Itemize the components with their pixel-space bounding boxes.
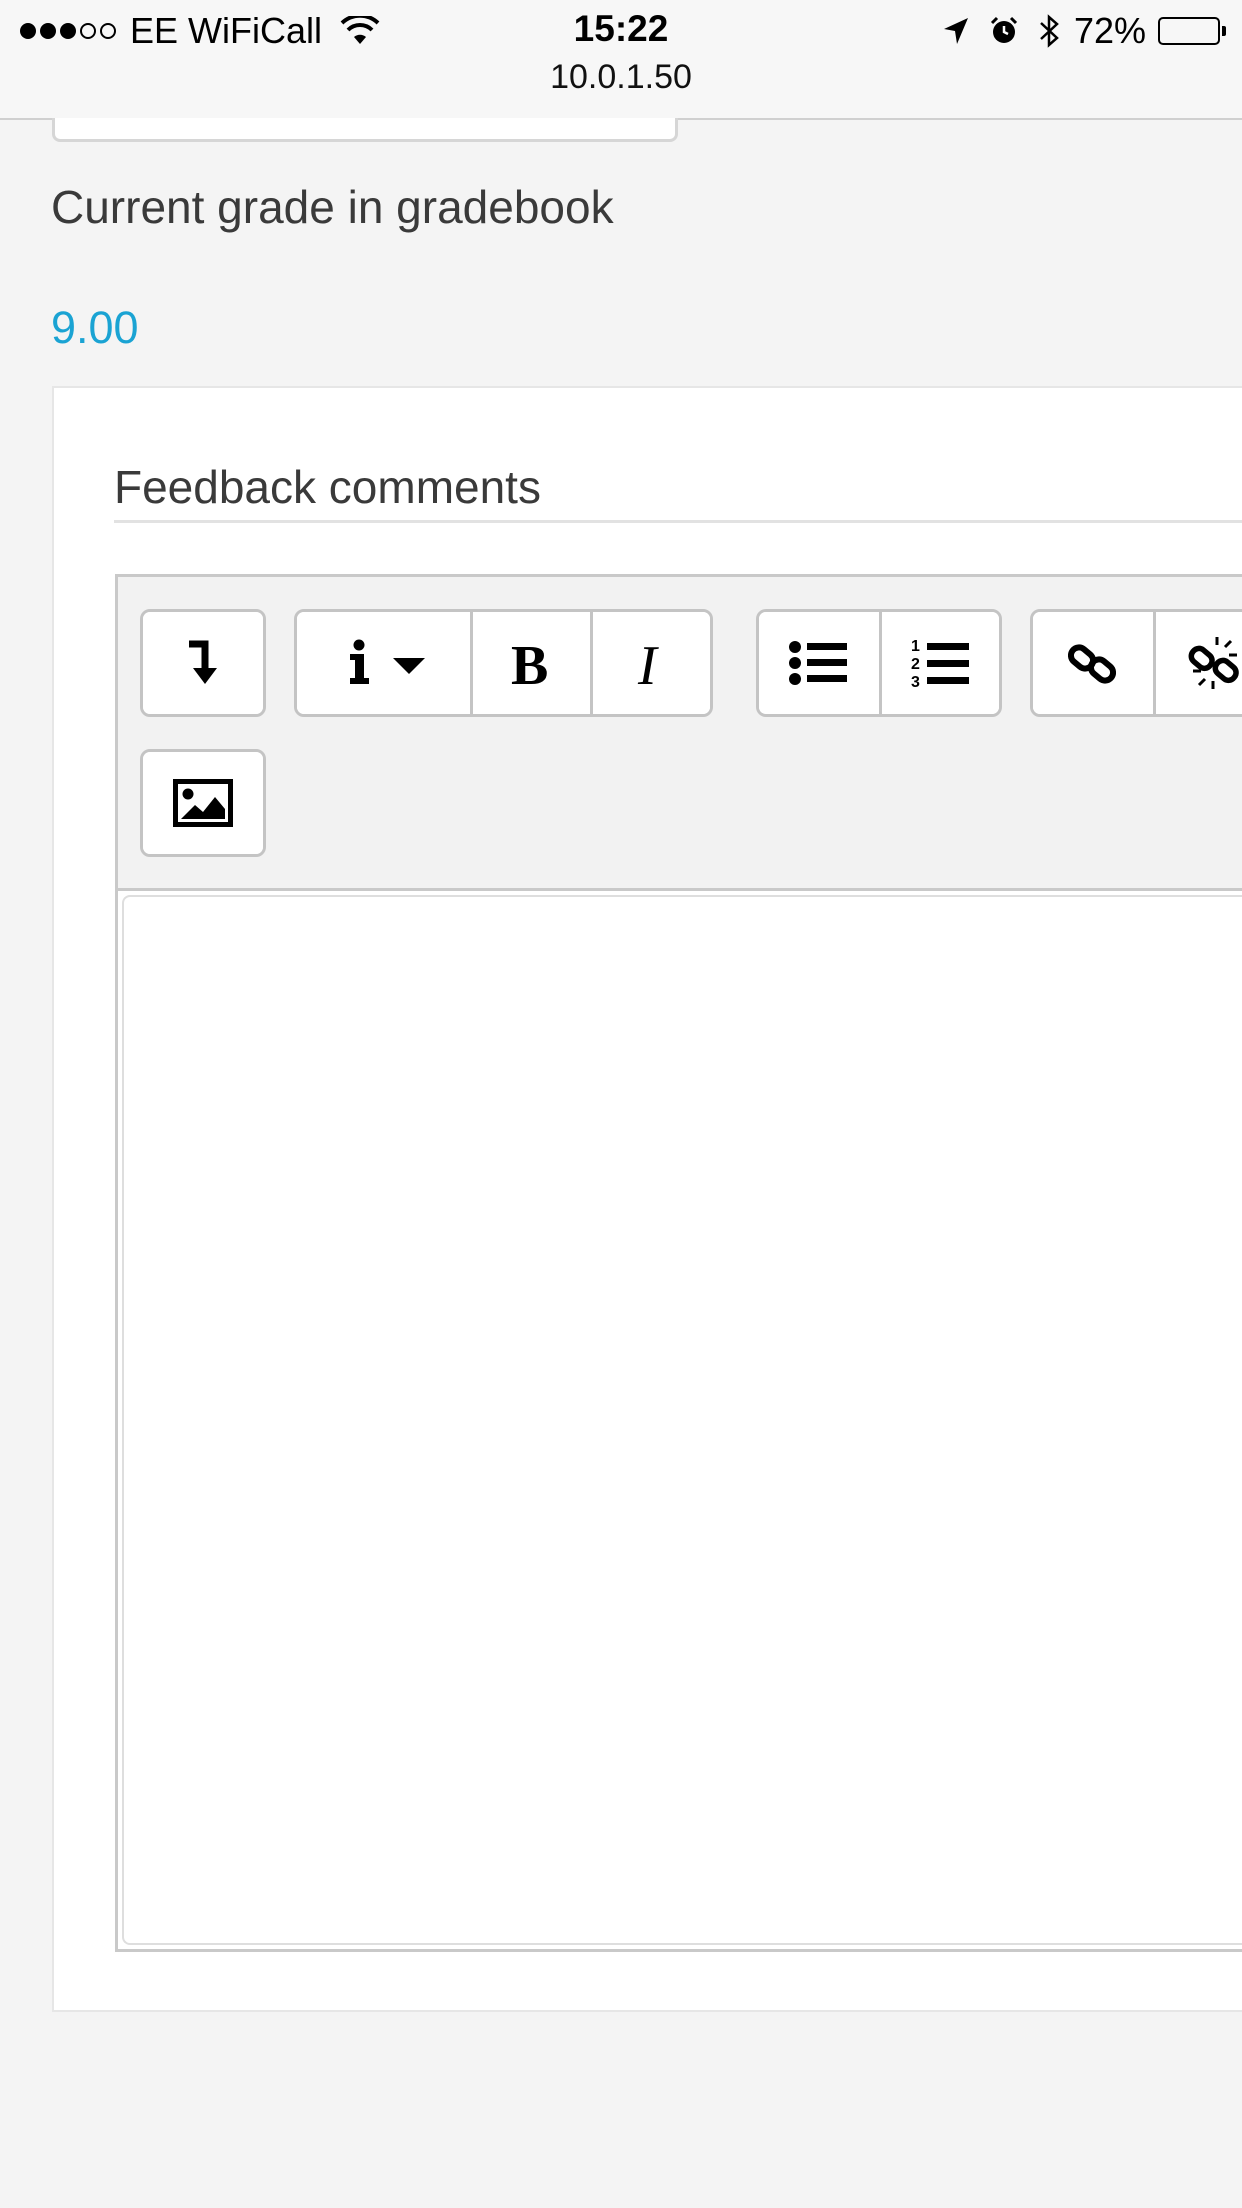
unlink-button[interactable]: [1153, 612, 1242, 714]
battery-percent: 72%: [1073, 10, 1146, 51]
bold-icon: B: [511, 636, 548, 690]
link-button[interactable]: [1033, 612, 1153, 714]
unordered-list-button[interactable]: [759, 612, 879, 714]
alarm-clock-icon: [988, 15, 1020, 47]
feedback-divider: [114, 520, 1242, 523]
svg-text:B: B: [511, 636, 548, 690]
battery-icon: [1158, 17, 1226, 45]
current-grade-label: Current grade in gradebook: [51, 181, 614, 233]
status-right: 72%: [924, 10, 1226, 52]
editor-toolbar: B I 1 2 3: [118, 577, 1242, 891]
link-icon: [1067, 644, 1117, 684]
location-arrow-icon: [942, 16, 970, 46]
bullet-list-icon: [789, 641, 847, 685]
svg-text:1: 1: [911, 638, 920, 655]
previous-input-field[interactable]: [52, 118, 678, 142]
collapse-toolbar-button[interactable]: [143, 612, 263, 714]
toolbar-group-media: [140, 749, 266, 857]
toolbar-group-lists: 1 2 3: [756, 609, 1002, 717]
svg-text:I: I: [637, 636, 659, 690]
insert-image-button[interactable]: [143, 752, 263, 854]
bluetooth-icon: [1038, 13, 1060, 49]
ordered-list-button[interactable]: 1 2 3: [879, 612, 999, 714]
bold-button[interactable]: B: [470, 612, 590, 714]
page-url[interactable]: 10.0.1.50: [0, 58, 1242, 97]
toolbar-group-format: B I: [294, 609, 713, 717]
toolbar-group-collapse: [140, 609, 266, 717]
numbered-list-icon: 1 2 3: [911, 638, 969, 691]
info-dropdown-icon: [349, 639, 425, 684]
arrow-down-turn-icon: [189, 640, 217, 684]
unlink-icon: [1188, 637, 1239, 689]
feedback-editor: B I 1 2 3: [115, 574, 1242, 1952]
svg-text:3: 3: [911, 674, 920, 691]
feedback-text-area[interactable]: [122, 895, 1242, 1945]
image-icon: [173, 779, 233, 827]
current-grade-value[interactable]: 9.00: [51, 302, 139, 354]
italic-button[interactable]: I: [590, 612, 710, 714]
svg-text:2: 2: [911, 656, 920, 673]
status-bar: EE WiFiCall 15:22 10.0.1.50 72%: [0, 0, 1242, 120]
feedback-comments-heading: Feedback comments: [114, 461, 541, 513]
paragraph-style-button[interactable]: [297, 612, 470, 714]
toolbar-group-links: [1030, 609, 1242, 717]
italic-icon: I: [637, 636, 659, 690]
